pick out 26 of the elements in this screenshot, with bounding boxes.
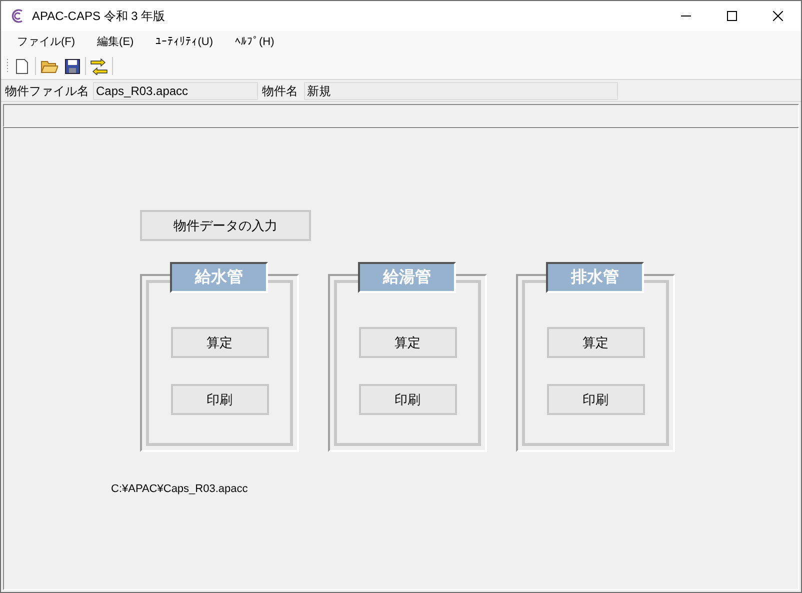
transfer-button[interactable]	[89, 56, 109, 76]
file-name-field: Caps_R03.apacc	[93, 82, 258, 100]
menu-item[interactable]: ﾕｰﾃｨﾘﾃｨ(U)	[148, 34, 221, 50]
menu-item[interactable]: ファイル(F)	[9, 34, 84, 50]
action-button[interactable]: 印刷	[170, 384, 268, 415]
panel-title: 給湯管	[358, 262, 456, 293]
action-button[interactable]: 算定	[546, 327, 644, 358]
menu-item[interactable]: ﾍﾙﾌﾟ(H)	[227, 34, 282, 50]
file-name-label: 物件ファイル名	[5, 82, 89, 100]
app-logo-icon	[11, 8, 25, 24]
maximize-icon	[727, 11, 737, 21]
menu-item[interactable]: 編集(E)	[89, 34, 142, 50]
window-title: APAC-CAPS 令和 3 年版	[32, 8, 166, 25]
project-data-button[interactable]: 物件データの入力	[140, 210, 311, 241]
action-button[interactable]: 算定	[358, 327, 456, 358]
save-button[interactable]	[62, 56, 82, 76]
toolbar-grip-icon	[6, 58, 9, 74]
panel-title: 給水管	[170, 262, 268, 293]
panel-title: 排水管	[546, 262, 644, 293]
close-icon	[773, 11, 783, 21]
action-button[interactable]: 算定	[170, 327, 268, 358]
action-button[interactable]: 印刷	[358, 384, 456, 415]
project-name-field: 新規	[304, 82, 618, 100]
file-path: C:¥APAC¥Caps_R03.apacc	[111, 482, 249, 497]
action-button[interactable]: 印刷	[546, 384, 644, 415]
project-name-label: 物件名	[262, 82, 298, 100]
